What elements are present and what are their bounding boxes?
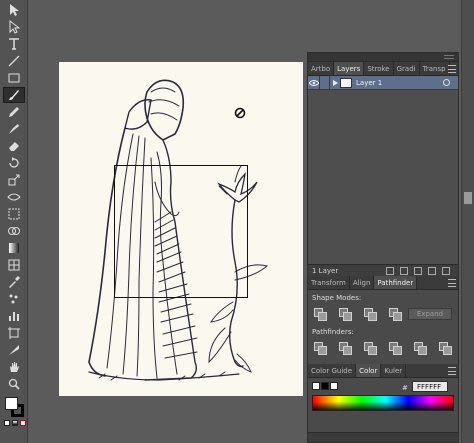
hex-hash-label: # (402, 384, 408, 392)
shape-modes-row: Expand (308, 304, 458, 324)
blob-brush-tool-icon[interactable] (3, 121, 25, 137)
new-sublayer-icon[interactable] (414, 267, 422, 275)
layers-list: Layer 1 (308, 75, 458, 264)
tab-align[interactable]: Align (350, 276, 375, 289)
layer-thumbnail (340, 77, 352, 88)
tab-kuler[interactable]: Kuler (381, 364, 407, 377)
panel-menu-icon[interactable] (448, 367, 456, 375)
tab-pathfinder[interactable]: Pathfinder (374, 276, 418, 289)
shape-builder-tool-icon[interactable] (3, 223, 25, 239)
tab-color[interactable]: Color (356, 364, 382, 377)
new-layer-icon[interactable] (428, 267, 436, 275)
tab-color-guide[interactable]: Color Guide (308, 364, 357, 377)
layers-footer: 1 Layer (308, 264, 458, 276)
panel-menu-icon[interactable] (448, 65, 456, 73)
fill-color-swatch[interactable] (5, 397, 18, 410)
color-panel-body: # FFFFFF (308, 378, 458, 436)
trash-icon[interactable] (442, 267, 450, 275)
line-segment-tool-icon[interactable] (3, 53, 25, 69)
divide-icon[interactable] (314, 342, 327, 355)
slice-tool-icon[interactable] (3, 342, 25, 358)
tab-transform[interactable]: Transform (308, 276, 350, 289)
trim-icon[interactable] (339, 342, 352, 355)
zoom-tool-icon[interactable] (3, 376, 25, 392)
expand-triangle-icon[interactable] (330, 79, 340, 86)
column-graph-tool-icon[interactable] (3, 308, 25, 324)
tab-transparency[interactable]: Transp (420, 62, 450, 75)
artboard[interactable] (59, 62, 303, 396)
color-spectrum[interactable] (312, 395, 454, 411)
merge-icon[interactable] (364, 342, 377, 355)
black-swatch[interactable] (321, 382, 329, 390)
hex-input[interactable]: FFFFFF (412, 381, 448, 392)
free-transform-tool-icon[interactable] (3, 206, 25, 222)
tab-artboards[interactable]: Artbo (308, 62, 335, 75)
exclude-icon[interactable] (389, 308, 402, 321)
minus-back-icon[interactable] (439, 342, 452, 355)
selection-bounding-box[interactable] (114, 165, 248, 298)
selection-tool-icon[interactable] (3, 2, 25, 18)
rotate-tool-icon[interactable] (3, 155, 25, 171)
layer-count: 1 Layer (312, 266, 339, 275)
eye-icon[interactable] (308, 75, 320, 90)
direct-selection-tool-icon[interactable] (3, 19, 25, 35)
minus-front-icon[interactable] (339, 308, 352, 321)
eraser-tool-icon[interactable] (3, 138, 25, 154)
scale-tool-icon[interactable] (3, 172, 25, 188)
gradient-tool-icon[interactable] (3, 240, 25, 256)
scrollbar-thumb[interactable] (464, 192, 472, 204)
expand-button[interactable]: Expand (408, 308, 452, 320)
illustrator-window: Artbo Layers Stroke Gradi Transp Layer 1 (0, 0, 474, 443)
tab-layers[interactable]: Layers (334, 62, 365, 75)
layer-target-icon[interactable] (443, 79, 450, 86)
locate-object-icon[interactable] (386, 267, 394, 275)
color-mode-icon[interactable] (4, 420, 10, 426)
artboard-tool-icon[interactable] (3, 325, 25, 341)
symbol-sprayer-tool-icon[interactable] (3, 291, 25, 307)
clipping-mask-icon[interactable] (400, 267, 408, 275)
outline-icon[interactable] (414, 342, 427, 355)
panel-bottom-bar (308, 432, 458, 442)
mesh-tool-icon[interactable] (3, 257, 25, 273)
layer-row[interactable]: Layer 1 (308, 75, 458, 90)
tab-stroke[interactable]: Stroke (364, 62, 394, 75)
layers-tab-bar: Artbo Layers Stroke Gradi Transp (308, 62, 458, 76)
type-tool-icon[interactable] (3, 36, 25, 52)
layer-name[interactable]: Layer 1 (356, 79, 443, 87)
tools-panel (0, 0, 28, 443)
none-swatch-icon[interactable] (312, 382, 320, 390)
pencil-tool-icon[interactable] (3, 104, 25, 120)
tab-gradient[interactable]: Gradi (394, 62, 420, 75)
pathfinder-tab-bar: Transform Align Pathfinder (308, 276, 458, 290)
intersect-icon[interactable] (364, 308, 377, 321)
canvas-vertical-scrollbar[interactable] (461, 0, 474, 443)
panel-title-bar[interactable] (308, 53, 458, 62)
width-tool-icon[interactable] (3, 189, 25, 205)
rectangle-tool-icon[interactable] (3, 70, 25, 86)
shape-modes-label: Shape Modes: (312, 294, 362, 302)
collapse-icon[interactable] (444, 55, 454, 59)
color-mode-buttons (4, 420, 26, 426)
panel-menu-icon[interactable] (448, 279, 456, 287)
color-tab-bar: Color Guide Color Kuler (308, 364, 458, 378)
lock-toggle[interactable] (320, 75, 330, 90)
floating-panel-dock: Artbo Layers Stroke Gradi Transp Layer 1 (307, 52, 459, 443)
white-swatch[interactable] (330, 382, 338, 390)
paintbrush-tool-icon[interactable] (3, 87, 25, 103)
none-mode-icon[interactable] (20, 420, 26, 426)
mini-swatches (312, 382, 338, 390)
hand-tool-icon[interactable] (3, 359, 25, 375)
crop-icon[interactable] (389, 342, 402, 355)
pathfinders-row (308, 338, 458, 358)
pathfinders-label: Pathfinders: (312, 328, 354, 336)
unite-icon[interactable] (314, 308, 327, 321)
eyedropper-tool-icon[interactable] (3, 274, 25, 290)
eraser-cursor-icon (234, 107, 246, 119)
gradient-mode-icon[interactable] (12, 420, 18, 426)
